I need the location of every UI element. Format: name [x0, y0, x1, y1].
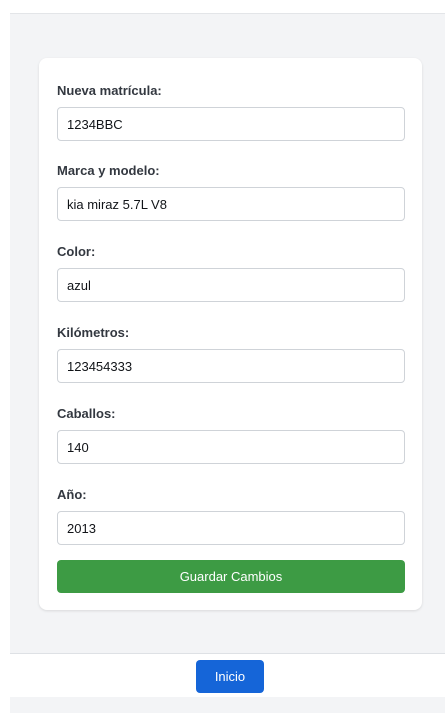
- edit-vehicle-form: Nueva matrícula: Marca y modelo: Color: …: [39, 58, 422, 610]
- color-input[interactable]: [57, 268, 405, 302]
- footer: Inicio: [10, 653, 445, 697]
- save-changes-button[interactable]: Guardar Cambios: [57, 560, 405, 593]
- year-field: Año:: [57, 486, 405, 545]
- make-model-label: Marca y modelo:: [57, 163, 160, 178]
- page: Nueva matrícula: Marca y modelo: Color: …: [0, 0, 445, 713]
- make-model-field: Marca y modelo:: [57, 162, 405, 221]
- year-label: Año:: [57, 487, 87, 502]
- make-model-input[interactable]: [57, 187, 405, 221]
- horsepower-label: Caballos:: [57, 406, 116, 421]
- home-button[interactable]: Inicio: [196, 660, 264, 693]
- kilometers-label: Kilómetros:: [57, 325, 130, 340]
- horsepower-input[interactable]: [57, 430, 405, 464]
- plate-label: Nueva matrícula:: [57, 83, 162, 98]
- kilometers-input[interactable]: [57, 349, 405, 383]
- kilometers-field: Kilómetros:: [57, 324, 405, 383]
- top-strip: [0, 0, 445, 13]
- plate-input[interactable]: [57, 107, 405, 141]
- plate-field: Nueva matrícula:: [57, 82, 405, 141]
- main-area: Nueva matrícula: Marca y modelo: Color: …: [10, 13, 445, 653]
- color-label: Color:: [57, 244, 96, 259]
- bottom-strip: [10, 697, 445, 713]
- color-field: Color:: [57, 243, 405, 302]
- year-input[interactable]: [57, 511, 405, 545]
- horsepower-field: Caballos:: [57, 405, 405, 464]
